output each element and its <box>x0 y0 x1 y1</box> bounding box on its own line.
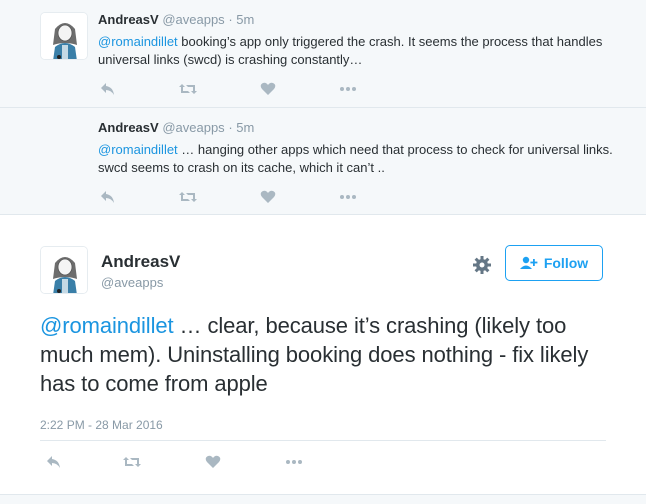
user-handle[interactable]: @aveapps <box>162 12 224 27</box>
gear-icon[interactable] <box>472 255 492 275</box>
tweet-item[interactable]: AndreasV @aveapps · 5m @romaindillet boo… <box>0 0 646 108</box>
reply-icon[interactable] <box>98 188 118 206</box>
user-name[interactable]: AndreasV <box>98 120 159 135</box>
tweet-text: @romaindillet booking’s app only trigger… <box>98 33 618 69</box>
user-name[interactable]: AndreasV <box>98 12 159 27</box>
tweet-header: AndreasV @aveapps · 5m <box>98 120 254 135</box>
avatar[interactable] <box>40 246 88 294</box>
retweet-icon[interactable] <box>122 453 142 471</box>
like-icon[interactable] <box>203 453 223 471</box>
user-name[interactable]: AndreasV <box>101 252 180 272</box>
tweet-timestamp[interactable]: 2:22 PM - 28 Mar 2016 <box>40 418 163 432</box>
mention-link[interactable]: @romaindillet <box>98 142 178 157</box>
user-handle[interactable]: @aveapps <box>162 120 224 135</box>
tweet-header: AndreasV @aveapps · 5m <box>98 12 254 27</box>
more-icon[interactable] <box>338 80 358 98</box>
tweet-actions <box>98 80 378 98</box>
follow-label: Follow <box>543 255 589 271</box>
retweet-icon[interactable] <box>178 188 198 206</box>
mention-link[interactable]: @romaindillet <box>40 313 174 338</box>
tweet-item[interactable]: AndreasV @aveapps · 5m @romaindillet … h… <box>0 108 646 274</box>
tweet-actions <box>98 188 378 206</box>
tweet-time[interactable]: 5m <box>236 12 254 27</box>
more-icon[interactable] <box>284 453 304 471</box>
avatar[interactable] <box>40 12 88 60</box>
tweet-time[interactable]: 5m <box>236 120 254 135</box>
user-handle[interactable]: @aveapps <box>101 275 163 290</box>
like-icon[interactable] <box>258 188 278 206</box>
like-icon[interactable] <box>258 80 278 98</box>
follow-button[interactable]: Follow <box>505 245 603 281</box>
divider <box>40 440 606 441</box>
retweet-icon[interactable] <box>178 80 198 98</box>
reply-icon[interactable] <box>44 453 64 471</box>
reply-icon[interactable] <box>98 80 118 98</box>
follow-person-icon <box>519 256 538 270</box>
tweet-actions <box>40 453 340 471</box>
more-icon[interactable] <box>338 188 358 206</box>
separator-dot: · <box>228 120 233 135</box>
bottom-bar <box>0 494 646 504</box>
mention-link[interactable]: @romaindillet <box>98 34 178 49</box>
main-tweet: AndreasV @aveapps Follow @romaindillet …… <box>0 215 646 504</box>
tweet-text: @romaindillet … clear, because it’s cras… <box>40 311 620 398</box>
separator-dot: · <box>228 12 233 27</box>
tweet-text: @romaindillet … hanging other apps which… <box>98 141 618 177</box>
